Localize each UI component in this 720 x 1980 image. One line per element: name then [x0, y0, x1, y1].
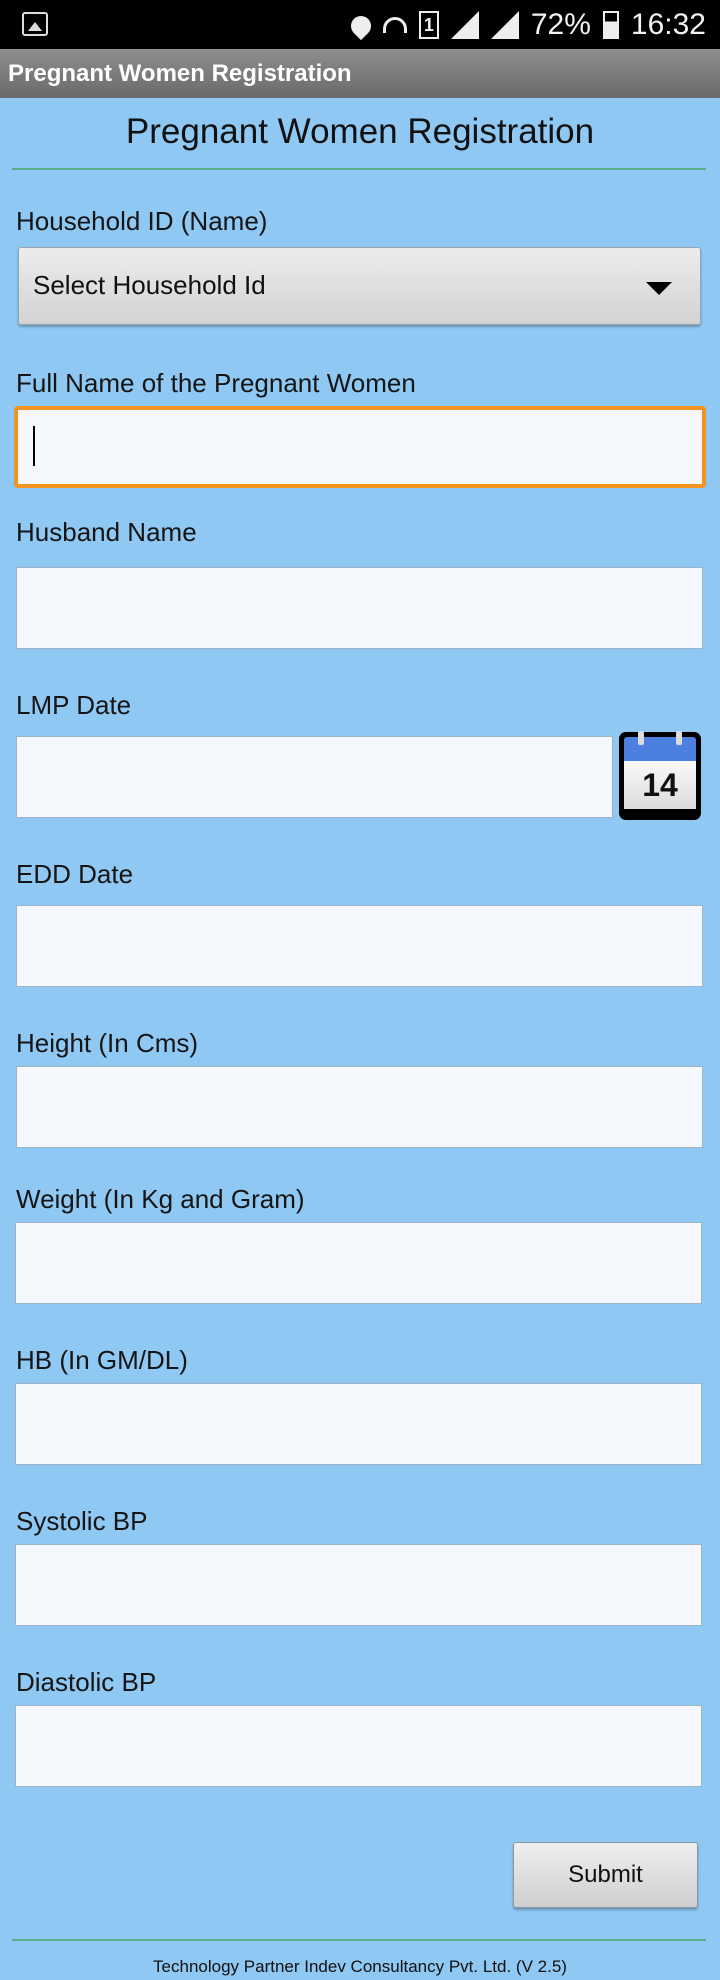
hb-input[interactable] — [15, 1383, 702, 1465]
household-label: Household ID (Name) — [16, 206, 268, 236]
lmp-date-label: LMP Date — [16, 690, 132, 720]
height-input[interactable] — [16, 1066, 703, 1148]
status-icons: 1 72% 16:32 — [346, 0, 706, 49]
page-title: Pregnant Women Registration — [125, 112, 595, 151]
signal-icon — [450, 10, 479, 39]
hb-label: HB (In GM/DL) — [16, 1345, 188, 1375]
battery-icon — [602, 10, 619, 39]
edd-date-label: EDD Date — [16, 859, 134, 889]
footer-credit: Technology Partner Indev Consultancy Pvt… — [153, 1957, 567, 1976]
submit-button[interactable]: Submit — [513, 1842, 698, 1908]
height-label: Height (In Cms) — [16, 1028, 199, 1058]
weight-input[interactable] — [15, 1222, 702, 1304]
full-name-input[interactable] — [14, 406, 706, 488]
heading-divider — [12, 168, 706, 170]
full-name-label: Full Name of the Pregnant Women — [16, 368, 416, 398]
status-bar: 1 72% 16:32 — [0, 0, 720, 49]
husband-name-input[interactable] — [16, 567, 703, 649]
weight-label: Weight (In Kg and Gram) — [16, 1184, 305, 1214]
calendar-day: 14 — [624, 761, 696, 809]
diastolic-bp-label: Diastolic BP — [16, 1667, 157, 1697]
chevron-down-icon — [646, 282, 672, 295]
wifi-icon — [382, 16, 407, 33]
location-icon — [346, 11, 376, 40]
signal-icon — [490, 10, 519, 39]
systolic-bp-input[interactable] — [15, 1544, 702, 1626]
household-select-value: Select Household Id — [33, 270, 266, 300]
lmp-date-input[interactable] — [16, 736, 613, 818]
calendar-icon — [624, 731, 696, 761]
household-select[interactable]: Select Household Id — [18, 247, 701, 325]
footer-divider — [12, 1939, 706, 1941]
husband-name-label: Husband Name — [16, 517, 197, 547]
sim-icon: 1 — [418, 10, 439, 39]
clock: 16:32 — [630, 7, 706, 41]
calendar-button[interactable]: 14 — [619, 731, 701, 820]
text-cursor — [33, 426, 35, 466]
gallery-icon — [22, 12, 48, 36]
app-bar-title: Pregnant Women Registration — [0, 49, 720, 98]
edd-date-input[interactable] — [16, 905, 703, 987]
battery-percent: 72% — [530, 7, 591, 41]
diastolic-bp-input[interactable] — [15, 1705, 702, 1787]
systolic-bp-label: Systolic BP — [16, 1506, 148, 1536]
